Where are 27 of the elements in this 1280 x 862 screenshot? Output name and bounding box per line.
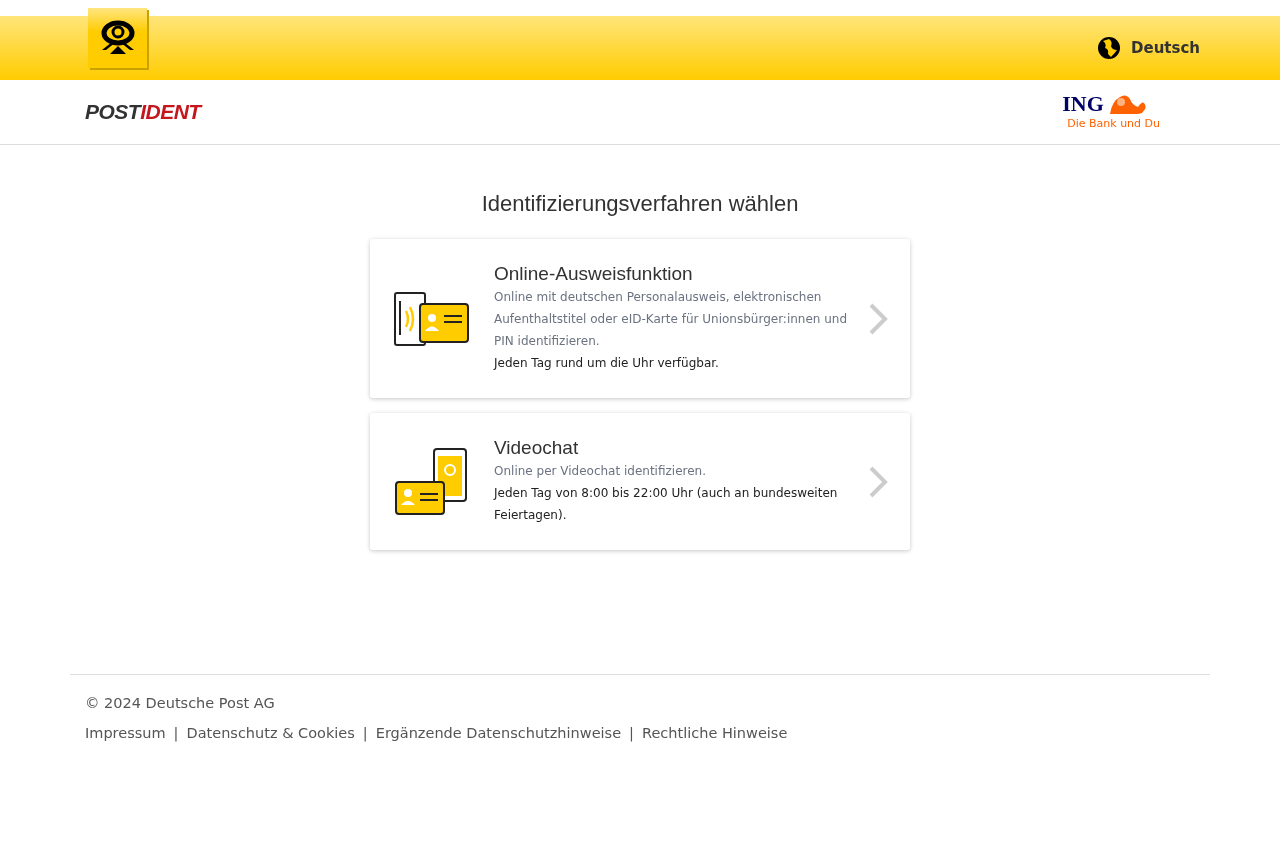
option-card[interactable]: Online-Ausweisfunktion Online mit deutschen Personalausweis, elektronischen Aufenthaltstitel oder eID-Karte für Unionsbürger:innen und PIN identifizieren. Jeden Tag rund um die Uhr verfügbar. <box>370 239 910 399</box>
option-description: Online per Videochat identifizieren. <box>494 463 707 480</box>
link-separator: | <box>362 723 368 744</box>
chevron-right-icon <box>868 465 888 498</box>
footer-link[interactable]: Impressum <box>85 722 166 745</box>
option-title: Online-Ausweisfunktion <box>494 263 694 287</box>
option-availability: Jeden Tag von 8:00 bis 22:00 Uhr (auch an bundesweiten Feiertagen). <box>494 485 839 524</box>
language-button[interactable]: Deutsch <box>1097 36 1200 60</box>
postident-logo: POSTIDENT <box>85 99 201 126</box>
partner-logo-name: ING <box>1062 92 1104 115</box>
option-availability: Jeden Tag rund um die Uhr verfügbar. <box>494 355 720 373</box>
footer-link[interactable]: Rechtliche Hinweise <box>641 722 788 745</box>
link-separator: | <box>629 723 634 744</box>
copyright-text: © 2024 Deutsche Post AG <box>85 694 276 713</box>
footer-link[interactable]: Datenschutz & Cookies <box>186 722 355 745</box>
link-separator: | <box>173 723 179 744</box>
partner-slogan: Die Bank und Du <box>1067 115 1160 132</box>
page-title: Identifizierungsverfahren wählen <box>480 191 800 218</box>
chevron-right-icon <box>868 302 888 335</box>
footer-link[interactable]: Ergänzende Datenschutzhinweise <box>375 722 622 745</box>
option-title: Videochat <box>494 437 580 460</box>
option-card[interactable]: Videochat Online per Videochat identifizieren. Jeden Tag von 8:00 bis 22:00 Uhr (auch an bundesweiten Feiertagen). <box>370 413 910 550</box>
id-card-phone-icon <box>394 290 470 347</box>
option-description: Online mit deutschen Personalausweis, elektronischen Aufenthaltstitel oder eID-Karte für Unionsbürger:innen und PIN identifizieren. <box>494 289 849 351</box>
globe-icon <box>1097 36 1121 60</box>
post-horn-logo[interactable] <box>88 8 147 68</box>
phone-id-card-icon <box>394 447 470 516</box>
